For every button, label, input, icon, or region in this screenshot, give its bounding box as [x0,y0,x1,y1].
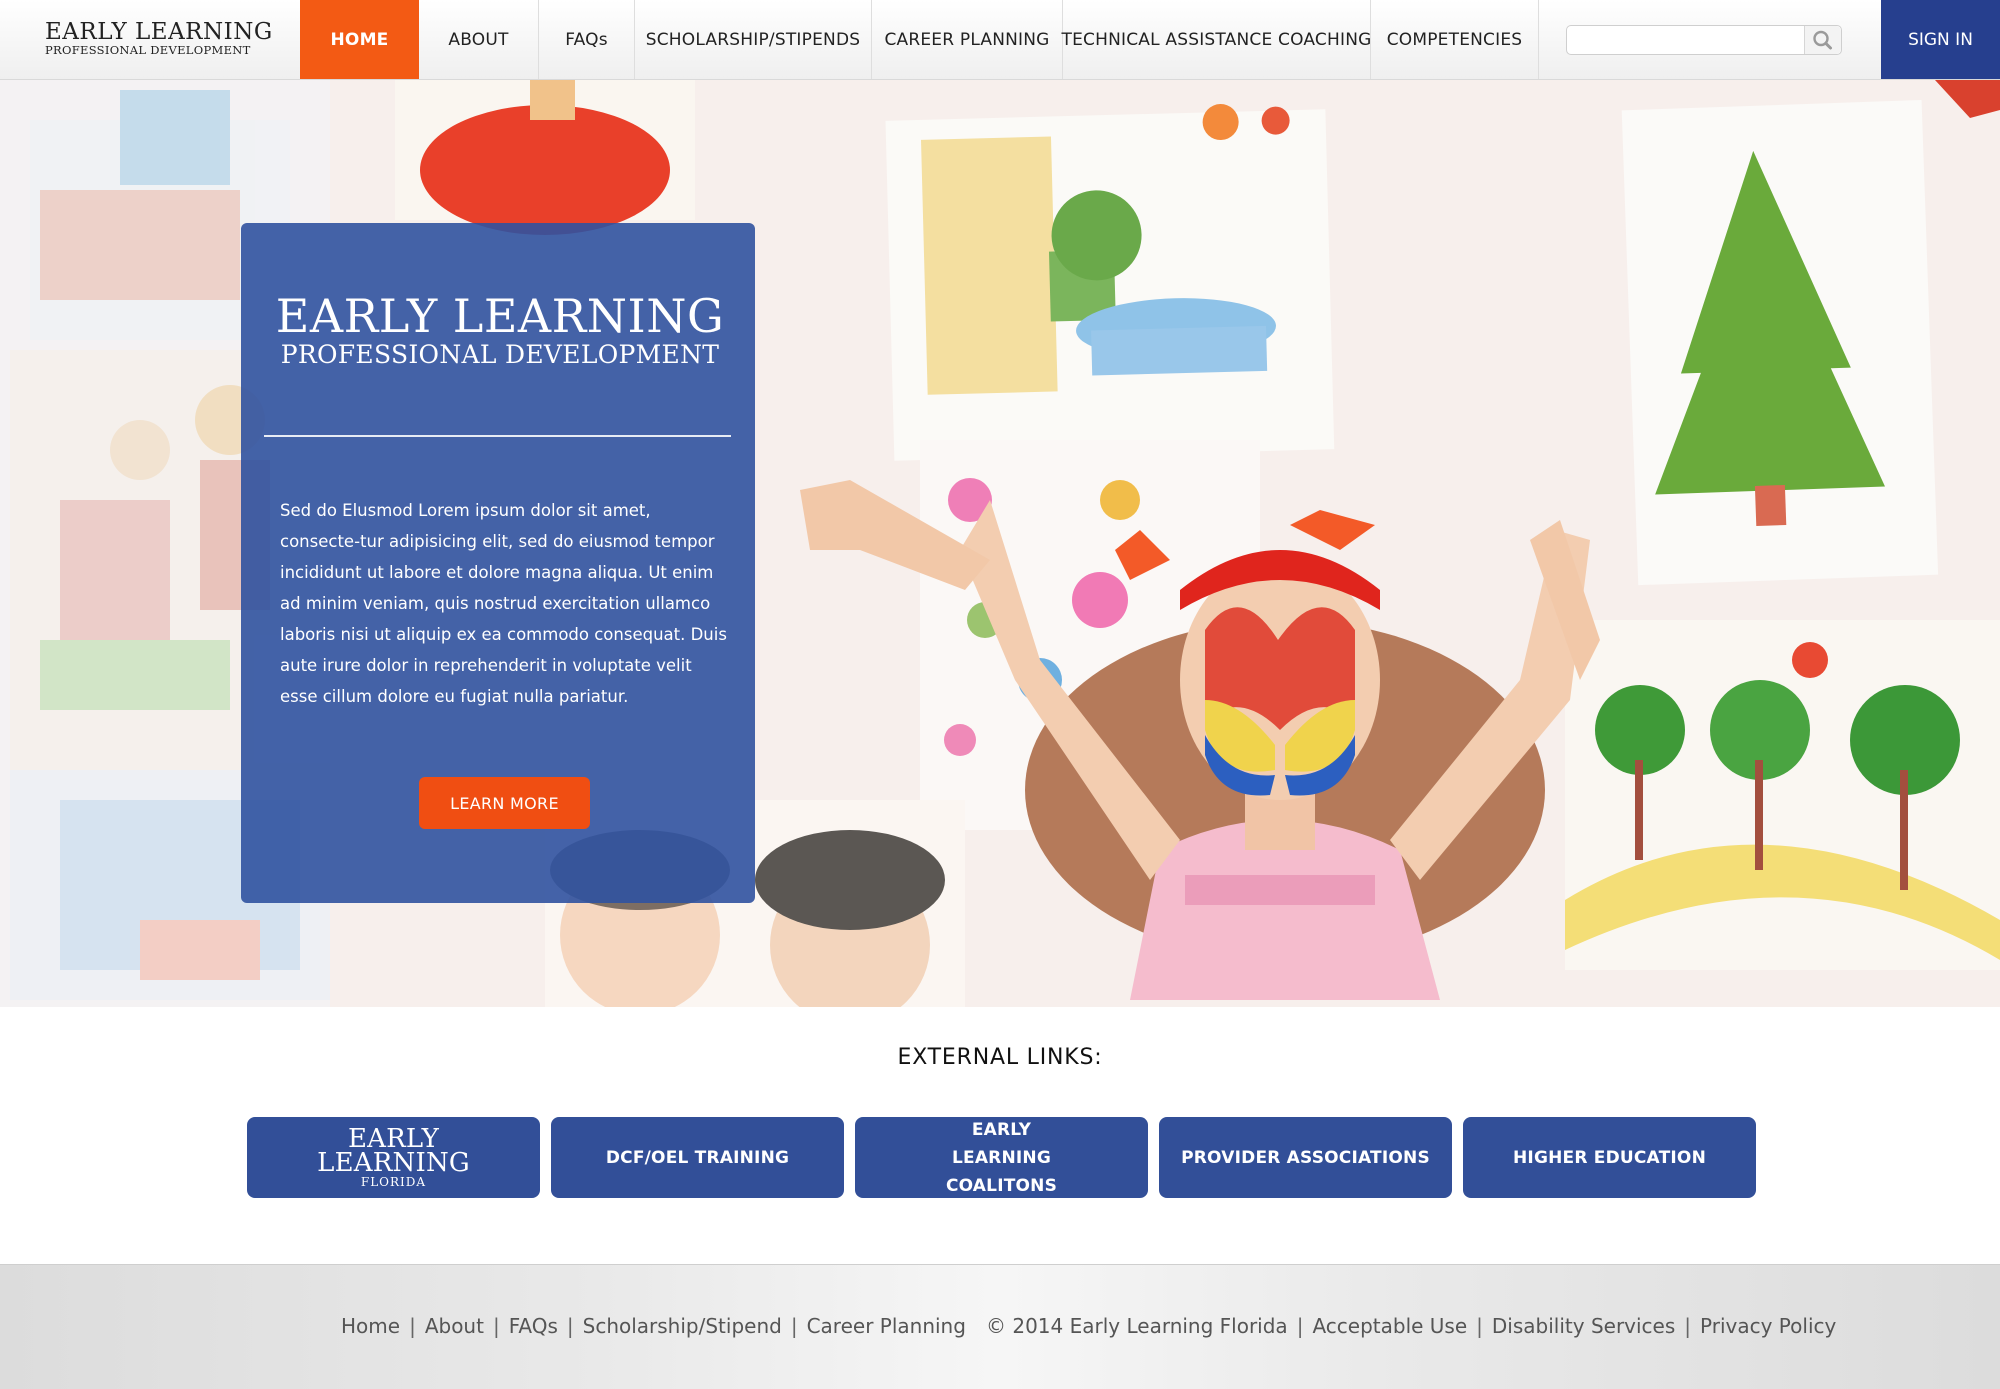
nav-scholarship-stipends[interactable]: SCHOLARSHIP/STIPENDS [635,0,872,79]
search-box [1566,25,1842,55]
sign-in-button[interactable]: SIGN IN [1881,0,2000,79]
footer-link-disability-services[interactable]: Disability Services [1492,1314,1675,1338]
dcf-oel-training-link[interactable]: DCF/OEL TRAINING [551,1117,844,1198]
nav-faqs[interactable]: FAQs [539,0,635,79]
hero-title-line-1: EARLY LEARNING [275,289,725,343]
hero-banner: EARLY LEARNING PROFESSIONAL DEVELOPMENT … [0,80,2000,1007]
search-input[interactable] [1573,29,1805,53]
footer-legal: © 2014 Early Learning Florida | Acceptab… [986,1314,1836,1338]
elf-logo-line-2: LEARNING [317,1147,470,1178]
footer-link-home[interactable]: Home [341,1314,400,1338]
footer-separator: | [492,1314,500,1338]
elf-logo-line-3: FLORIDA [360,1174,427,1189]
footer-link-privacy-policy[interactable]: Privacy Policy [1700,1314,1836,1338]
footer-separator: | [790,1314,798,1338]
search-icon [1813,30,1832,50]
higher-education-link[interactable]: HIGHER EDUCATION [1463,1117,1756,1198]
nav-technical-assistance-coaching[interactable]: TECHNICAL ASSISTANCE COACHING [1062,0,1371,79]
search-button[interactable] [1804,26,1841,54]
external-links: EARLY LEARNING FLORIDA DCF/OEL TRAINING … [247,1117,1767,1198]
footer-separator: | [1684,1314,1692,1338]
footer-separator: | [1296,1314,1304,1338]
hero-body-text: Sed do Elusmod Lorem ipsum dolor sit ame… [280,501,727,706]
footer-separator: | [409,1314,416,1338]
hero-title: EARLY LEARNING PROFESSIONAL DEVELOPMENT [275,291,725,369]
early-learning-coalitions-link[interactable]: EARLY LEARNING COALITONS [855,1117,1148,1198]
building-drawing [885,104,1335,461]
tree-drawing [1621,99,1939,586]
footer-link-scholarship[interactable]: Scholarship/Stipend [583,1314,782,1338]
nav-about[interactable]: ABOUT [419,0,539,79]
learn-more-button[interactable]: LEARN MORE [419,777,590,829]
copyright-text: © 2014 Early Learning Florida [986,1314,1288,1338]
external-links-heading: EXTERNAL LINKS: [897,1045,1103,1070]
hero-divider [264,435,731,437]
footer-separator: | [566,1314,574,1338]
top-nav: EARLY LEARNING PROFESSIONAL DEVELOPMENT … [0,0,2000,80]
footer-link-about[interactable]: About [425,1314,484,1338]
main-menu: HOME ABOUT FAQs SCHOLARSHIP/STIPENDS CAR… [300,0,1539,79]
nav-career-planning[interactable]: CAREER PLANNING [872,0,1063,79]
hero-title-line-2: PROFESSIONAL DEVELOPMENT [280,340,720,369]
site-logo[interactable]: EARLY LEARNING PROFESSIONAL DEVELOPMENT [45,20,295,56]
provider-associations-link[interactable]: PROVIDER ASSOCIATIONS [1159,1117,1452,1198]
early-learning-florida-link[interactable]: EARLY LEARNING FLORIDA [247,1117,540,1198]
footer-link-faqs[interactable]: FAQs [509,1314,558,1338]
elf-logo-line-1: EARLY [347,1123,440,1154]
footer-link-acceptable-use[interactable]: Acceptable Use [1312,1314,1467,1338]
hero-card: EARLY LEARNING PROFESSIONAL DEVELOPMENT … [241,223,755,903]
footer-nav: Home | About | FAQs | Scholarship/Stipen… [341,1314,966,1338]
logo-line-1: EARLY LEARNING [45,19,273,45]
footer: Home | About | FAQs | Scholarship/Stipen… [0,1264,2000,1389]
nav-home[interactable]: HOME [300,0,419,79]
footer-separator: | [1476,1314,1483,1338]
footer-link-career-planning[interactable]: Career Planning [807,1314,966,1338]
logo-line-2: PROFESSIONAL DEVELOPMENT [45,43,251,57]
nav-competencies[interactable]: COMPETENCIES [1371,0,1539,79]
